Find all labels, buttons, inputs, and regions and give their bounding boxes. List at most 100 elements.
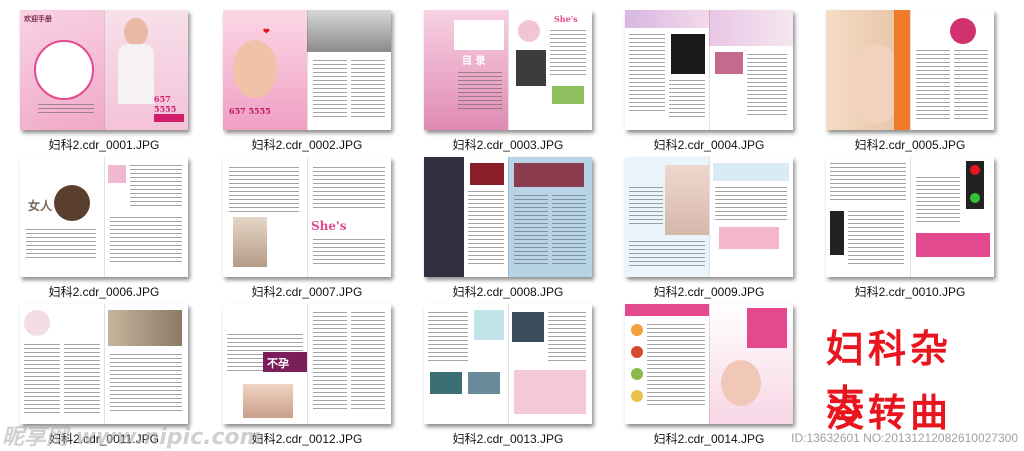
page-phone: 657 5555 — [229, 106, 271, 116]
food-icon — [631, 324, 643, 336]
text-block — [110, 354, 182, 414]
food-icon — [631, 368, 643, 380]
header-photo — [709, 10, 793, 46]
spine — [307, 304, 308, 424]
text-block — [848, 211, 904, 265]
model-photo — [665, 165, 709, 235]
room-photo — [108, 310, 182, 346]
page-right: She's — [508, 10, 592, 130]
model-photo — [233, 217, 267, 267]
text-block — [38, 104, 94, 116]
text-block — [550, 30, 586, 76]
text-block — [715, 187, 787, 221]
text-block — [552, 195, 586, 265]
page-left: 目 录 — [424, 10, 508, 130]
page-right — [508, 304, 592, 424]
thumbnail-0004[interactable] — [625, 10, 793, 130]
spine — [709, 10, 710, 130]
filename-label: 妇科2.cdr_0007.JPG — [251, 285, 363, 299]
green-light-icon — [970, 193, 980, 203]
text-block — [629, 34, 665, 114]
flower-graphic — [950, 18, 976, 44]
thumbnail-0014[interactable] — [625, 304, 793, 424]
thumbnail-0012[interactable]: 不孕 — [223, 304, 391, 424]
text-block — [110, 217, 182, 265]
food-icon — [631, 390, 643, 402]
filename-label: 妇科2.cdr_0001.JPG — [48, 138, 160, 152]
magazine-subtitle: 没转曲 — [826, 391, 953, 435]
inset-photo — [512, 312, 544, 342]
page-left — [625, 157, 709, 277]
page-left — [826, 157, 910, 277]
cover-right-page: 657 5555 — [104, 10, 188, 130]
page-left: 女人 — [20, 157, 104, 277]
page-right: She's — [307, 157, 391, 277]
text-block — [313, 312, 347, 412]
model-dress — [118, 44, 154, 104]
filename-label: 妇科2.cdr_0009.JPG — [653, 285, 765, 299]
page-left — [625, 10, 709, 130]
toc-list — [458, 72, 502, 112]
thumbnail-0013[interactable] — [424, 304, 592, 424]
thumbnail-0007[interactable]: She's — [223, 157, 391, 277]
text-block — [428, 312, 468, 362]
text-block — [313, 239, 385, 267]
inset-photo — [468, 372, 500, 394]
thumbnail-0003[interactable]: 目 录 She's — [424, 10, 592, 130]
filename-label: 妇科2.cdr_0010.JPG — [854, 285, 966, 299]
spine — [104, 304, 105, 424]
page-title-icon: ❤ — [263, 26, 270, 36]
filename-label: 妇科2.cdr_0004.JPG — [653, 138, 765, 152]
cover-left-page: 欢迎手册 — [20, 10, 104, 130]
thumbnail-0010[interactable] — [826, 157, 994, 277]
spine — [508, 10, 509, 130]
spine — [307, 10, 308, 130]
thumbnail-0011[interactable] — [20, 304, 188, 424]
logo-bar — [154, 114, 184, 122]
filename-label: 妇科2.cdr_0003.JPG — [452, 138, 564, 152]
text-block — [647, 324, 705, 408]
thumbnail-0005[interactable] — [826, 10, 994, 130]
thumbnail-0006[interactable]: 女人 — [20, 157, 188, 277]
filename-label: 妇科2.cdr_0013.JPG — [452, 432, 564, 446]
thumbnail-grid: 欢迎手册 657 5555 ❤ 657 5555 目 录 She's 妇科2.c… — [0, 0, 1024, 450]
text-block — [130, 165, 182, 207]
text-block — [669, 80, 705, 120]
text-block — [26, 229, 96, 259]
food-icon — [631, 346, 643, 358]
page-heading: 不孕 — [267, 357, 289, 370]
page-left — [20, 304, 104, 424]
she-logo: She's — [311, 219, 347, 233]
page-right — [709, 304, 793, 424]
spine — [709, 157, 710, 277]
pink-banner — [719, 227, 779, 249]
inset-photo — [715, 52, 743, 74]
pink-block — [747, 308, 787, 348]
thumbnail-0009[interactable] — [625, 157, 793, 277]
toc-heading: 目 录 — [462, 56, 486, 67]
traffic-light — [830, 211, 844, 255]
text-block — [548, 312, 586, 364]
baby-photo — [233, 40, 277, 98]
landscape-photo — [307, 10, 391, 52]
thumbnail-0001[interactable]: 欢迎手册 657 5555 — [20, 10, 188, 130]
text-block — [64, 344, 100, 414]
header-band — [625, 10, 709, 28]
page-left — [826, 10, 910, 130]
thumbnail-0002[interactable]: ❤ 657 5555 — [223, 10, 391, 130]
inset-photo — [470, 163, 504, 185]
page-heading: 女人 — [28, 199, 53, 213]
inset-photo — [108, 165, 126, 183]
model-photo — [124, 18, 148, 46]
thumbnail-0008[interactable] — [424, 157, 592, 277]
filename-label: 妇科2.cdr_0005.JPG — [854, 138, 966, 152]
page-right — [910, 10, 994, 130]
product-photo — [552, 86, 584, 104]
text-block — [514, 195, 548, 265]
pink-panel — [514, 370, 586, 414]
cover-phone: 657 5555 — [154, 94, 177, 114]
text-block — [747, 54, 787, 118]
spine — [104, 157, 105, 277]
page-right — [104, 304, 188, 424]
text-block — [629, 187, 663, 227]
